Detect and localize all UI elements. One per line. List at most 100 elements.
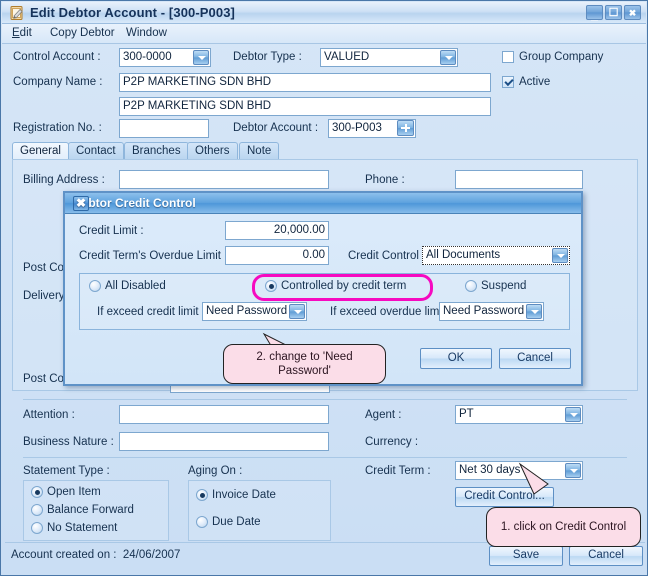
menu-item-window[interactable]: Window [126, 27, 167, 39]
chevron-down-icon[interactable] [565, 463, 581, 478]
account-created-label: Account created on : [11, 549, 117, 561]
control-account-value: 300-0000 [123, 51, 172, 63]
debtor-account-value: 300-P003 [332, 122, 382, 134]
radio-open-item[interactable] [31, 486, 43, 498]
close-button[interactable]: ✖ [624, 5, 641, 20]
credit-limit-label: Credit Limit : [79, 225, 144, 237]
business-nature-label: Business Nature : [23, 436, 114, 448]
group-company-label: Group Company [519, 51, 604, 63]
title-bar: Edit Debtor Account - [300-P003] _ ☐ ✖ [2, 2, 646, 24]
credit-limit-value: 20,000.00 [273, 224, 325, 236]
exceed-credit-limit-combo[interactable]: Need Password [202, 302, 307, 321]
credit-limit-input[interactable]: 20,000.00 [225, 221, 329, 240]
exceed-credit-limit-value: Need Password [206, 305, 288, 317]
callout-click-on-credit-control: 1. click on Credit Control [486, 507, 641, 547]
exceed-overdue-limit-combo[interactable]: Need Password [439, 302, 544, 321]
dialog-title: Debtor Credit Control [73, 196, 196, 210]
tab-branches[interactable]: Branches [124, 142, 189, 160]
phone-label: Phone : [365, 174, 405, 186]
agent-label: Agent : [365, 409, 402, 421]
registration-no-input[interactable] [119, 119, 209, 138]
chevron-down-icon[interactable] [526, 304, 542, 319]
radio-controlled-by-credit-term-label: Controlled by credit term [281, 280, 407, 292]
overdue-limit-input[interactable]: 0.00 [225, 246, 329, 265]
control-account-combo[interactable]: 300-0000 [119, 48, 211, 67]
callout-change-to-need-password: 2. change to 'Need Password' [223, 344, 386, 384]
account-created-date: 24/06/2007 [122, 549, 181, 561]
radio-invoice-date-label: Invoice Date [212, 489, 276, 501]
tab-contact[interactable]: Contact [68, 142, 124, 160]
agent-value: PT [459, 408, 474, 420]
edit-debtor-account-window: Edit Debtor Account - [300-P003] _ ☐ ✖ E… [0, 0, 648, 576]
billing-address-input[interactable] [119, 170, 329, 189]
menu-item-copy-debtor[interactable]: Copy Debtor [50, 27, 115, 39]
business-nature-input[interactable] [119, 432, 329, 451]
account-created-text: Account created on : 24/06/2007 [11, 549, 180, 561]
tab-general[interactable]: General [12, 142, 69, 160]
credit-term-label: Credit Term : [365, 465, 431, 477]
cancel-button[interactable]: Cancel [569, 546, 643, 566]
statement-type-label: Statement Type : [23, 465, 110, 477]
save-button[interactable]: Save [489, 546, 563, 566]
company-name-input-2[interactable]: P2P MARKETING SDN BHD [119, 97, 491, 116]
edit-document-icon [9, 5, 25, 21]
radio-suspend-label: Suspend [481, 280, 527, 292]
company-name-value: P2P MARKETING SDN BHD [123, 76, 272, 88]
chevron-down-icon[interactable] [193, 50, 209, 65]
radio-no-statement[interactable] [31, 522, 43, 534]
dialog-close-icon[interactable]: ✖ [73, 196, 89, 211]
exceed-overdue-limit-value: Need Password [443, 305, 525, 317]
radio-suspend[interactable] [465, 280, 477, 292]
debtor-type-label: Debtor Type : [233, 51, 302, 63]
menu-item-edit-rest: dit [19, 27, 32, 39]
company-name-input[interactable]: P2P MARKETING SDN BHD [119, 73, 491, 92]
dialog-cancel-button[interactable]: Cancel [499, 348, 571, 369]
debtor-type-value: VALUED [324, 51, 370, 63]
phone-input[interactable] [455, 170, 583, 189]
tab-note[interactable]: Note [239, 142, 280, 160]
registration-no-label: Registration No. : [13, 122, 102, 134]
group-company-checkbox[interactable] [502, 51, 514, 63]
minimize-button[interactable]: _ [586, 5, 603, 22]
dialog-ok-button[interactable]: OK [420, 348, 492, 369]
tab-others[interactable]: Others [187, 142, 238, 160]
radio-all-disabled[interactable] [89, 280, 101, 292]
company-name-label: Company Name : [13, 76, 103, 88]
radio-due-date[interactable] [196, 516, 208, 528]
radio-all-disabled-label: All Disabled [105, 280, 166, 292]
radio-invoice-date[interactable] [196, 489, 208, 501]
overdue-limit-label: Credit Term's Overdue Limit [79, 250, 221, 262]
debtor-type-combo[interactable]: VALUED [320, 48, 458, 67]
exceed-credit-limit-label: If exceed credit limit [97, 306, 199, 318]
attention-input[interactable] [119, 405, 329, 424]
radio-controlled-by-credit-term[interactable] [265, 280, 277, 292]
radio-balance-forward[interactable] [31, 504, 43, 516]
company-name-value-2: P2P MARKETING SDN BHD [123, 100, 272, 112]
credit-control-combo-value: All Documents [426, 249, 501, 261]
overdue-limit-value: 0.00 [302, 249, 325, 261]
control-account-label: Control Account : [13, 51, 101, 63]
currency-label: Currency : [365, 436, 419, 448]
window-controls: _ ☐ ✖ [586, 5, 641, 22]
attention-label: Attention : [23, 409, 75, 421]
callout-1-tail-icon [518, 462, 549, 495]
radio-due-date-label: Due Date [212, 516, 261, 528]
chevron-down-icon[interactable] [552, 248, 568, 263]
radio-no-statement-label: No Statement [47, 522, 118, 534]
chevron-down-icon[interactable] [440, 50, 456, 65]
dialog-title-bar: Debtor Credit Control ✖ [65, 193, 581, 214]
radio-balance-forward-label: Balance Forward [47, 504, 134, 516]
credit-control-field-label: Credit Control [348, 250, 419, 262]
add-debtor-account-button[interactable] [397, 120, 414, 136]
menu-item-edit[interactable]: Edit [12, 27, 32, 39]
exceed-overdue-limit-label: If exceed overdue limit [330, 306, 446, 318]
active-checkbox[interactable] [502, 76, 514, 88]
active-label: Active [519, 76, 551, 88]
chevron-down-icon[interactable] [565, 407, 581, 422]
divider-1 [23, 399, 627, 400]
maximize-button[interactable]: ☐ [605, 5, 622, 20]
agent-combo[interactable]: PT [455, 405, 583, 424]
credit-control-combo[interactable]: All Documents [422, 246, 570, 265]
billing-address-label: Billing Address : [23, 174, 105, 186]
chevron-down-icon[interactable] [289, 304, 305, 319]
